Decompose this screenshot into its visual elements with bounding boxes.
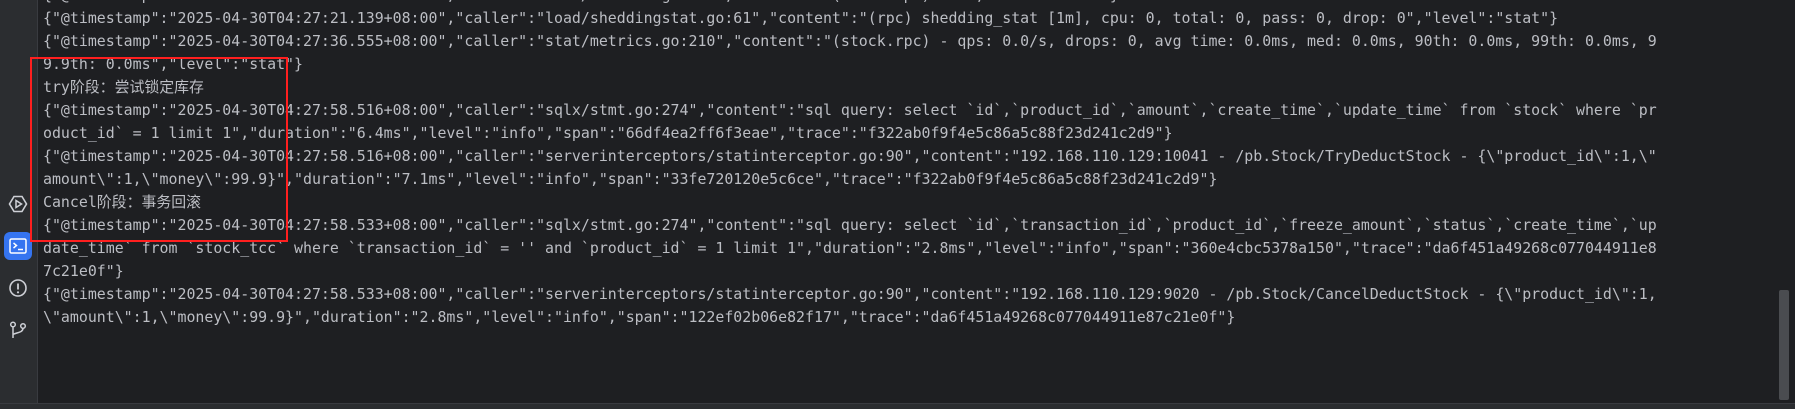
log-line: {"@timestamp":"2025-04-30T04:27:58.516+0… xyxy=(43,101,1657,119)
terminal-icon xyxy=(9,238,27,254)
terminal-output[interactable]: {"@timestamp":"2025-04-30T04:27:06.555+0… xyxy=(38,0,1778,400)
run-services-icon xyxy=(8,195,28,213)
log-line: date_time` from `stock_tcc` where `trans… xyxy=(43,239,1657,257)
log-line: \"amount\":1,\"money\":99.9}","duration"… xyxy=(43,308,1236,326)
log-line: 9.9th: 0.0ms","level":"stat"} xyxy=(43,55,303,73)
services-button[interactable] xyxy=(4,190,32,218)
problems-button[interactable] xyxy=(4,274,32,302)
log-line: 7c21e0f"} xyxy=(43,262,124,280)
log-line: {"@timestamp":"2025-04-30T04:27:06.555+0… xyxy=(43,0,1657,7)
log-line: {"@timestamp":"2025-04-30T04:27:58.533+0… xyxy=(43,216,1657,234)
log-line: {"@timestamp":"2025-04-30T04:27:58.533+0… xyxy=(43,285,1657,303)
log-line: amount\":1,\"money\":99.9}","duration":"… xyxy=(43,170,1218,188)
problems-icon xyxy=(9,279,27,297)
bottom-border xyxy=(0,403,1795,409)
git-branch-icon xyxy=(9,321,27,338)
log-line: oduct_id` = 1 limit 1","duration":"6.4ms… xyxy=(43,124,1173,142)
log-line: try阶段：尝试锁定库存 xyxy=(43,78,204,96)
log-line: {"@timestamp":"2025-04-30T04:27:21.139+0… xyxy=(43,9,1559,27)
vertical-scrollbar[interactable] xyxy=(1779,0,1790,400)
log-line: Cancel阶段：事务回滚 xyxy=(43,193,202,211)
git-button[interactable] xyxy=(4,316,32,344)
scrollbar-thumb[interactable] xyxy=(1779,290,1789,400)
log-lines: {"@timestamp":"2025-04-30T04:27:06.555+0… xyxy=(43,0,1657,329)
terminal-button[interactable] xyxy=(4,232,32,260)
log-line: {"@timestamp":"2025-04-30T04:27:58.516+0… xyxy=(43,147,1657,165)
tool-window-sidebar xyxy=(0,0,38,408)
log-line: {"@timestamp":"2025-04-30T04:27:36.555+0… xyxy=(43,32,1657,50)
